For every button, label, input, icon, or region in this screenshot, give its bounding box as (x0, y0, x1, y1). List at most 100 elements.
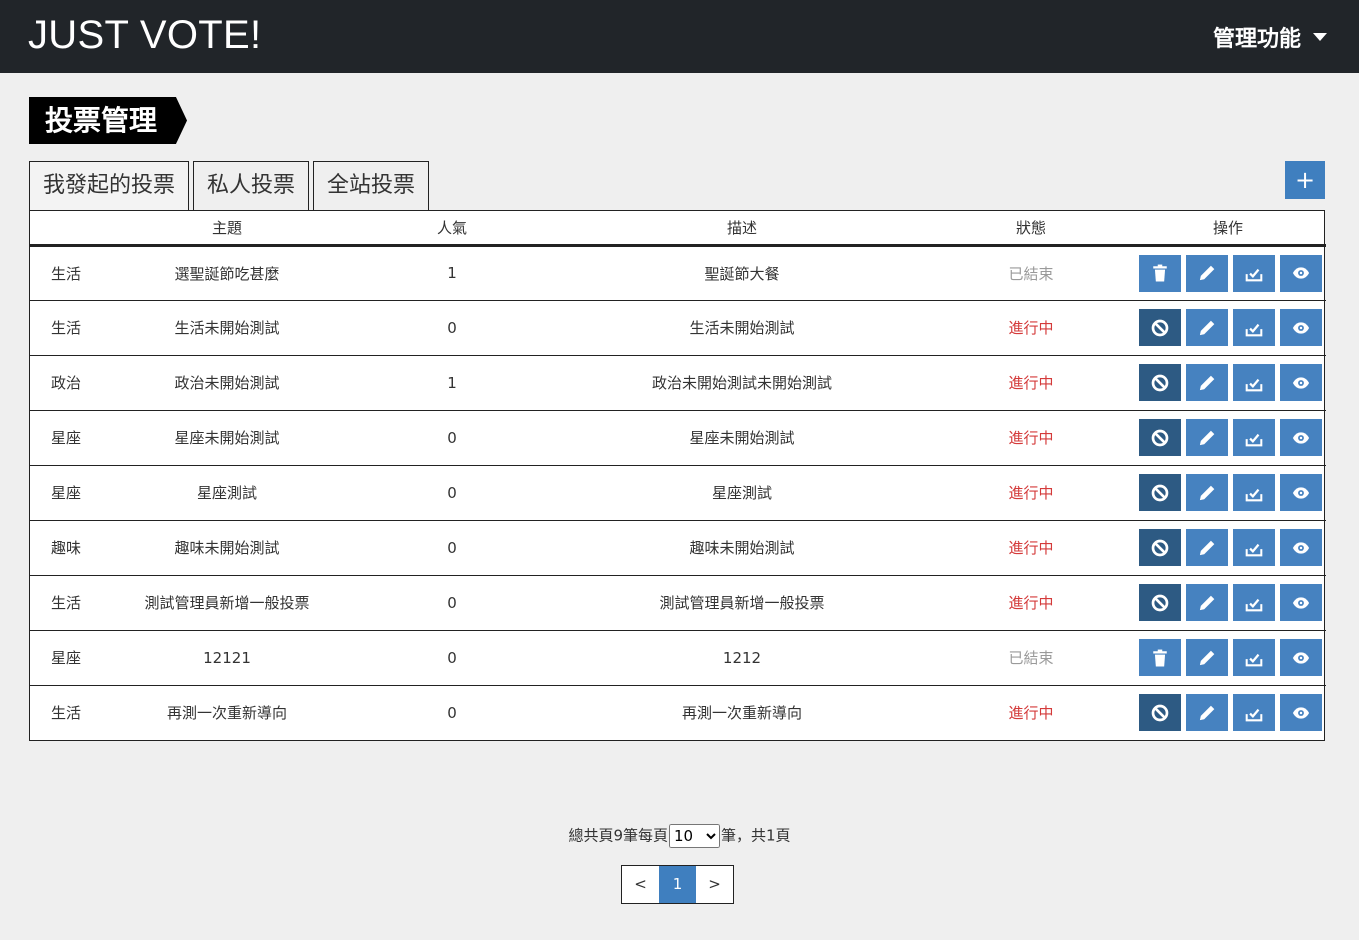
view-button[interactable] (1280, 639, 1322, 676)
header-popularity: 人氣 (352, 211, 552, 247)
edit-button[interactable] (1186, 529, 1228, 566)
row-description: 1212 (552, 629, 932, 685)
results-button[interactable] (1233, 639, 1275, 676)
view-button[interactable] (1280, 364, 1322, 401)
row-title: 12121 (102, 629, 352, 685)
row-title: 星座測試 (102, 464, 352, 520)
edit-button[interactable] (1186, 419, 1228, 456)
table-row: 生活 再測一次重新導向 0 再測一次重新導向 進行中 (30, 684, 1326, 740)
row-status: 進行中 (932, 519, 1130, 575)
row-category: 星座 (30, 629, 102, 685)
row-popularity: 0 (352, 519, 552, 575)
edit-button[interactable] (1186, 364, 1228, 401)
pager-suffix: 筆，共1頁 (721, 826, 791, 845)
table-row: 生活 選聖誕節吃甚麼 1 聖誕節大餐 已結束 (30, 245, 1326, 300)
row-actions (1130, 464, 1326, 520)
row-title: 趣味未開始測試 (102, 519, 352, 575)
stop-vote-button[interactable] (1139, 584, 1181, 621)
edit-button[interactable] (1186, 639, 1228, 676)
header-status: 狀態 (932, 211, 1130, 247)
pencil-icon (1198, 539, 1216, 557)
row-category: 星座 (30, 464, 102, 520)
row-status: 進行中 (932, 299, 1130, 355)
row-popularity: 0 (352, 464, 552, 520)
ban-icon (1151, 539, 1169, 557)
view-button[interactable] (1280, 254, 1322, 292)
results-button[interactable] (1233, 419, 1275, 456)
tab-1[interactable]: 私人投票 (193, 161, 310, 211)
row-description: 聖誕節大餐 (704, 264, 780, 283)
next-page-button[interactable]: > (696, 866, 733, 903)
row-status: 進行中 (932, 574, 1130, 630)
inbox-check-icon (1245, 429, 1263, 447)
results-button[interactable] (1233, 309, 1275, 346)
results-button[interactable] (1233, 474, 1275, 511)
view-button[interactable] (1280, 694, 1322, 732)
edit-button[interactable] (1186, 474, 1228, 511)
row-title: 星座未開始測試 (102, 409, 352, 465)
inbox-check-icon (1245, 319, 1263, 337)
add-vote-button[interactable]: + (1285, 161, 1325, 199)
results-button[interactable] (1233, 529, 1275, 566)
brand-logo[interactable]: JUST VOTE! (28, 10, 261, 60)
per-page-select[interactable]: 10 (669, 824, 720, 848)
view-button[interactable] (1280, 419, 1322, 456)
ban-icon (1151, 484, 1169, 502)
stop-vote-button[interactable] (1139, 419, 1181, 456)
row-description: 星座測試 (552, 464, 932, 520)
header-description: 描述 (552, 211, 932, 247)
page-1-button[interactable]: 1 (659, 866, 696, 903)
inbox-check-icon (1245, 539, 1263, 557)
caret-down-icon (1313, 33, 1327, 41)
row-actions (1130, 519, 1326, 575)
row-actions (1130, 299, 1326, 355)
edit-button[interactable] (1186, 254, 1228, 292)
table-row: 生活 生活未開始測試 0 生活未開始測試 進行中 (30, 299, 1326, 355)
edit-button[interactable] (1186, 309, 1228, 346)
row-status: 已結束 (1008, 264, 1054, 283)
row-popularity: 1 (447, 264, 457, 282)
results-button[interactable] (1233, 254, 1275, 292)
row-actions (1130, 245, 1326, 300)
stop-vote-button[interactable] (1139, 529, 1181, 566)
row-description: 星座未開始測試 (552, 409, 932, 465)
inbox-check-icon (1245, 594, 1263, 612)
view-button[interactable] (1280, 474, 1322, 511)
stop-vote-button[interactable] (1139, 309, 1181, 346)
stop-vote-button[interactable] (1139, 364, 1181, 401)
admin-menu-dropdown[interactable]: 管理功能 (1213, 21, 1327, 53)
view-button[interactable] (1280, 309, 1322, 346)
prev-page-button[interactable]: < (622, 866, 659, 903)
edit-button[interactable] (1186, 584, 1228, 621)
tab-0[interactable]: 我發起的投票 (29, 161, 190, 211)
row-description: 測試管理員新增一般投票 (552, 574, 932, 630)
inbox-check-icon (1245, 484, 1263, 502)
row-category: 星座 (30, 409, 102, 465)
pencil-icon (1198, 429, 1216, 447)
row-title: 再測一次重新導向 (102, 684, 352, 740)
page-title: 投票管理 (29, 97, 188, 144)
results-button[interactable] (1233, 694, 1275, 732)
header-title: 主題 (102, 211, 352, 247)
view-button[interactable] (1280, 584, 1322, 621)
stop-vote-button[interactable] (1139, 474, 1181, 511)
results-button[interactable] (1233, 584, 1275, 621)
eye-icon (1292, 649, 1310, 667)
edit-button[interactable] (1186, 694, 1228, 732)
view-button[interactable] (1280, 529, 1322, 566)
row-popularity: 0 (352, 299, 552, 355)
delete-button[interactable] (1139, 639, 1181, 676)
delete-button[interactable] (1139, 254, 1181, 292)
row-category: 趣味 (30, 519, 102, 575)
stop-vote-button[interactable] (1139, 694, 1181, 732)
row-title: 生活未開始測試 (102, 299, 352, 355)
inbox-check-icon (1245, 264, 1263, 282)
eye-icon (1292, 484, 1310, 502)
eye-icon (1292, 539, 1310, 557)
results-button[interactable] (1233, 364, 1275, 401)
admin-menu-label: 管理功能 (1212, 27, 1301, 52)
eye-icon (1292, 704, 1310, 722)
tab-2[interactable]: 全站投票 (313, 161, 430, 211)
eye-icon (1292, 594, 1310, 612)
ban-icon (1151, 374, 1169, 392)
